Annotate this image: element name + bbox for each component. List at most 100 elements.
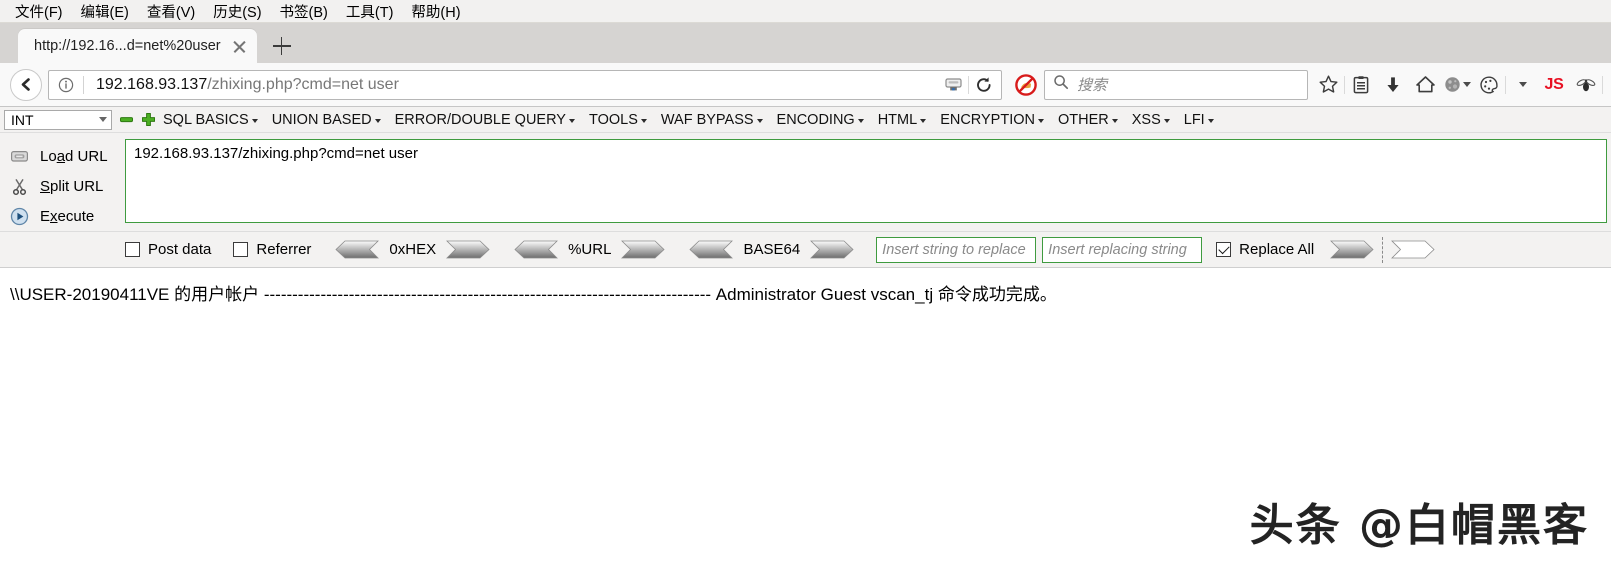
extra-action-button[interactable]	[1391, 240, 1435, 259]
caret-down-icon	[640, 119, 647, 123]
hackbar-action-list: Load URL Split URL Execute	[0, 139, 125, 231]
encode-hex-button[interactable]	[446, 240, 490, 259]
url-bar[interactable]: 192.168.93.137/zhixing.php?cmd=net user	[48, 69, 1002, 100]
home-icon[interactable]	[1409, 68, 1441, 102]
caret-down-icon	[251, 119, 258, 123]
split-url-button[interactable]: Split URL	[0, 171, 125, 201]
hackbar-menu-encryption[interactable]: ENCRYPTION	[933, 112, 1051, 128]
apply-replace-button[interactable]	[1330, 240, 1374, 259]
menu-help[interactable]: 帮助(H)	[402, 0, 469, 24]
encoder-url: %URL	[514, 240, 666, 259]
encoder-url-label: %URL	[568, 241, 612, 258]
options-divider	[1382, 236, 1384, 263]
caret-down-icon	[568, 119, 575, 123]
moon-globe-icon[interactable]	[1441, 68, 1473, 102]
save-page-icon[interactable]	[938, 71, 968, 99]
info-icon[interactable]	[49, 77, 83, 93]
search-bar[interactable]: 搜索	[1044, 69, 1308, 100]
encoder-0xhex-label: 0xHEX	[389, 241, 437, 258]
caret-down-icon	[756, 119, 763, 123]
decode-base64-button[interactable]	[689, 240, 734, 259]
hackbar-menu-tools[interactable]: TOOLS	[582, 112, 654, 128]
caret-down-icon	[374, 119, 381, 123]
encoder-base64: BASE64	[689, 240, 854, 259]
replace-from-input[interactable]: Insert string to replace	[876, 236, 1037, 263]
referrer-checkbox[interactable]	[233, 242, 249, 257]
play-icon	[8, 205, 30, 227]
command-output-text: \\USER-20190411VE 的用户帐户 ----------------…	[10, 285, 1057, 304]
hackbar-menu-error-double-query[interactable]: ERROR/DOUBLE QUERY	[388, 112, 582, 128]
menu-view[interactable]: 查看(V)	[138, 0, 204, 24]
hackbar-menu-lfi[interactable]: LFI	[1177, 112, 1221, 128]
hackbar-type-value: INT	[11, 111, 34, 128]
reload-icon[interactable]	[969, 71, 999, 99]
url-path: /zhixing.php?cmd=net user	[207, 75, 399, 93]
watermark-text: 头条 @白帽黑客	[1249, 500, 1589, 551]
chevron-down-icon	[99, 117, 107, 122]
encode-url-button[interactable]	[621, 240, 666, 259]
search-placeholder: 搜索	[1077, 77, 1108, 94]
navigation-toolbar: 192.168.93.137/zhixing.php?cmd=net user	[0, 63, 1611, 107]
caret-down-icon	[1207, 119, 1214, 123]
plus-green-icon[interactable]	[141, 112, 156, 127]
menu-history[interactable]: 历史(S)	[204, 0, 270, 24]
url-bar-actions	[938, 71, 1001, 99]
referrer-label: Referrer	[256, 241, 312, 258]
caret-down-icon	[920, 119, 927, 123]
hackbar-menu-union-based[interactable]: UNION BASED	[265, 112, 388, 128]
replace-all-option: Replace All	[1216, 241, 1314, 258]
overflow-caret-icon[interactable]	[1506, 68, 1538, 102]
replace-all-label: Replace All	[1239, 241, 1315, 258]
url-host: 192.168.93.137	[96, 75, 208, 93]
page-content: \\USER-20190411VE 的用户帐户 ----------------…	[0, 268, 1611, 571]
noscript-blocked-icon[interactable]	[1008, 67, 1044, 103]
menu-tools[interactable]: 工具(T)	[337, 0, 403, 24]
scissors-icon	[8, 175, 30, 197]
search-icon	[1053, 74, 1069, 95]
hackbar-type-select[interactable]: INT	[4, 109, 112, 130]
caret-down-icon	[1038, 119, 1044, 123]
decode-hex-button[interactable]	[335, 240, 380, 259]
menu-edit[interactable]: 编辑(E)	[72, 0, 138, 24]
close-icon[interactable]	[231, 38, 248, 55]
hackbar-menu-other[interactable]: OTHER	[1051, 112, 1125, 128]
post-data-checkbox[interactable]	[125, 242, 140, 257]
chevron-down-icon[interactable]	[1463, 82, 1471, 87]
url-text: 192.168.93.137/zhixing.php?cmd=net user	[84, 76, 938, 94]
hackbar-menu-sql-basics[interactable]: SQL BASICS	[156, 112, 265, 128]
tab-title: http://192.16...d=net%20user	[34, 38, 221, 54]
hackbar-menu-encoding[interactable]: ENCODING	[770, 112, 871, 128]
decode-url-button[interactable]	[514, 240, 559, 259]
downloads-icon[interactable]	[1377, 68, 1409, 102]
replace-to-input[interactable]: Insert replacing string	[1042, 236, 1203, 263]
toolbar-icon-group: JS	[1312, 68, 1603, 102]
back-arrow-icon	[10, 68, 42, 101]
browser-tab[interactable]: http://192.16...d=net%20user	[18, 29, 257, 63]
caret-down-icon	[1163, 119, 1170, 123]
encoder-0xhex: 0xHEX	[335, 240, 490, 259]
request-url-textarea[interactable]: 192.168.93.137/zhixing.php?cmd=net user	[125, 139, 1607, 223]
library-icon[interactable]	[1345, 68, 1377, 102]
menu-file[interactable]: 文件(F)	[6, 0, 72, 24]
load-url-label: Load URL	[40, 147, 108, 165]
encode-base64-button[interactable]	[810, 240, 854, 259]
hackbar-menu-waf-bypass[interactable]: WAF BYPASS	[654, 112, 770, 128]
load-url-button[interactable]: Load URL	[0, 141, 125, 171]
hackbar-menubar: INT SQL BASICS UNION BASED ERROR/DOUBLE …	[0, 107, 1611, 133]
load-url-icon	[8, 145, 30, 167]
back-button[interactable]	[8, 67, 44, 103]
menu-bookmarks[interactable]: 书签(B)	[271, 0, 337, 24]
tab-strip: http://192.16...d=net%20user	[0, 23, 1611, 63]
minus-green-icon[interactable]	[119, 112, 134, 127]
execute-label: Execute	[40, 207, 95, 225]
execute-button[interactable]: Execute	[0, 201, 125, 231]
firebug-fly-icon[interactable]	[1570, 68, 1602, 102]
plus-icon[interactable]	[265, 29, 299, 63]
replace-all-checkbox[interactable]	[1216, 242, 1232, 257]
hackbar-menu-xss[interactable]: XSS	[1125, 112, 1177, 128]
bookmark-star-icon[interactable]	[1312, 68, 1344, 102]
js-toggle-icon[interactable]: JS	[1538, 68, 1570, 102]
caret-down-icon	[857, 119, 864, 123]
hackbar-menu-html[interactable]: HTML	[871, 112, 933, 128]
cookie-palette-icon[interactable]	[1473, 68, 1505, 102]
